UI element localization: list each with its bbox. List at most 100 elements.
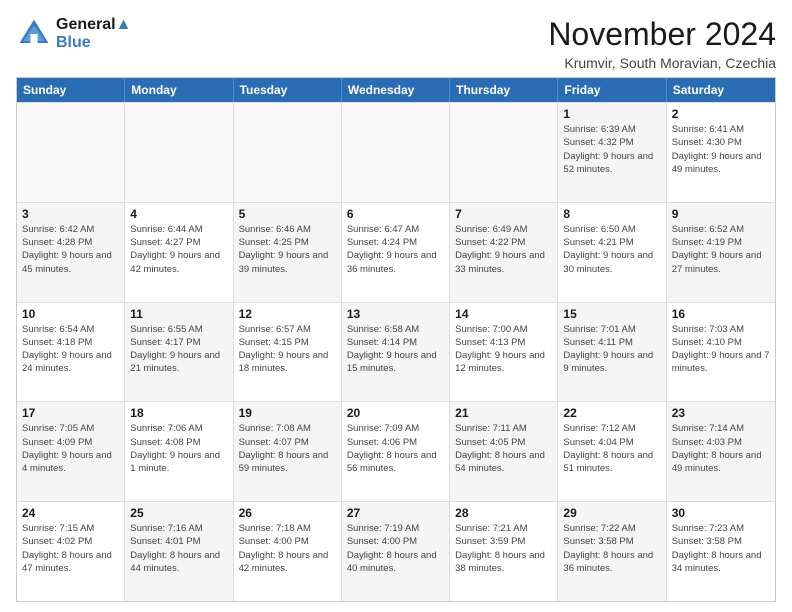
logo-text: General▲ Blue (56, 16, 131, 51)
calendar-cell: 20 Sunrise: 7:09 AM Sunset: 4:06 PM Dayli… (342, 402, 450, 501)
day-number: 13 (347, 307, 444, 321)
calendar-cell: 15Sunrise: 7:01 AM Sunset: 4:11 PM Dayli… (558, 303, 666, 402)
calendar-cell (234, 103, 342, 202)
day-info: Sunrise: 6:54 AM Sunset: 4:18 PM Dayligh… (22, 323, 119, 376)
day-number: 9 (672, 207, 770, 221)
calendar-cell (450, 103, 558, 202)
day-of-week-thursday: Thursday (450, 78, 558, 102)
day-info: Sunrise: 6:57 AM Sunset: 4:15 PM Dayligh… (239, 323, 336, 376)
day-of-week-monday: Monday (125, 78, 233, 102)
location: Krumvir, South Moravian, Czechia (548, 55, 776, 71)
day-of-week-saturday: Saturday (667, 78, 775, 102)
day-info: Sunrise: 6:49 AM Sunset: 4:22 PM Dayligh… (455, 223, 552, 276)
day-number: 15 (563, 307, 660, 321)
day-of-week-sunday: Sunday (17, 78, 125, 102)
day-info: Sunrise: 7:18 AM Sunset: 4:00 PM Dayligh… (239, 522, 336, 575)
calendar-cell: 12 Sunrise: 6:57 AM Sunset: 4:15 PM Dayli… (234, 303, 342, 402)
logo: General▲ Blue (16, 16, 131, 52)
day-number: 20 (347, 406, 444, 420)
day-number: 24 (22, 506, 119, 520)
day-info: Sunrise: 6:58 AM Sunset: 4:14 PM Dayligh… (347, 323, 444, 376)
day-number: 17 (22, 406, 119, 420)
page: General▲ Blue November 2024 Krumvir, Sou… (0, 0, 792, 612)
calendar-header: SundayMondayTuesdayWednesdayThursdayFrid… (17, 78, 775, 102)
calendar-cell: 10 Sunrise: 6:54 AM Sunset: 4:18 PM Dayli… (17, 303, 125, 402)
calendar-cell (17, 103, 125, 202)
day-number: 2 (672, 107, 770, 121)
calendar-body: 1 Sunrise: 6:39 AM Sunset: 4:32 PM Daylig… (17, 102, 775, 601)
calendar-cell: 7 Sunrise: 6:49 AM Sunset: 4:22 PM Daylig… (450, 203, 558, 302)
calendar-week-2: 3 Sunrise: 6:42 AM Sunset: 4:28 PM Daylig… (17, 202, 775, 302)
calendar-cell: 17 Sunrise: 7:05 AM Sunset: 4:09 PM Dayli… (17, 402, 125, 501)
day-info: Sunrise: 7:21 AM Sunset: 3:59 PM Dayligh… (455, 522, 552, 575)
day-info: Sunrise: 6:39 AM Sunset: 4:32 PM Dayligh… (563, 123, 660, 176)
calendar-cell: 28Sunrise: 7:21 AM Sunset: 3:59 PM Dayli… (450, 502, 558, 601)
calendar-week-5: 24 Sunrise: 7:15 AM Sunset: 4:02 PM Dayli… (17, 501, 775, 601)
calendar-cell: 29 Sunrise: 7:22 AM Sunset: 3:58 PM Dayli… (558, 502, 666, 601)
calendar-cell (342, 103, 450, 202)
header: General▲ Blue November 2024 Krumvir, Sou… (16, 16, 776, 71)
day-info: Sunrise: 7:19 AM Sunset: 4:00 PM Dayligh… (347, 522, 444, 575)
day-number: 27 (347, 506, 444, 520)
day-info: Sunrise: 6:52 AM Sunset: 4:19 PM Dayligh… (672, 223, 770, 276)
day-info: Sunrise: 7:09 AM Sunset: 4:06 PM Dayligh… (347, 422, 444, 475)
day-info: Sunrise: 6:44 AM Sunset: 4:27 PM Dayligh… (130, 223, 227, 276)
day-info: Sunrise: 7:16 AM Sunset: 4:01 PM Dayligh… (130, 522, 227, 575)
calendar-cell: 18 Sunrise: 7:06 AM Sunset: 4:08 PM Dayli… (125, 402, 233, 501)
day-of-week-tuesday: Tuesday (234, 78, 342, 102)
calendar-cell: 1 Sunrise: 6:39 AM Sunset: 4:32 PM Daylig… (558, 103, 666, 202)
calendar-cell: 21 Sunrise: 7:11 AM Sunset: 4:05 PM Dayli… (450, 402, 558, 501)
day-number: 16 (672, 307, 770, 321)
logo-icon (16, 16, 52, 52)
calendar-cell: 30 Sunrise: 7:23 AM Sunset: 3:58 PM Dayli… (667, 502, 775, 601)
day-info: Sunrise: 6:41 AM Sunset: 4:30 PM Dayligh… (672, 123, 770, 176)
day-info: Sunrise: 6:50 AM Sunset: 4:21 PM Dayligh… (563, 223, 660, 276)
day-info: Sunrise: 7:23 AM Sunset: 3:58 PM Dayligh… (672, 522, 770, 575)
day-number: 29 (563, 506, 660, 520)
day-info: Sunrise: 7:08 AM Sunset: 4:07 PM Dayligh… (239, 422, 336, 475)
day-number: 4 (130, 207, 227, 221)
day-info: Sunrise: 6:55 AM Sunset: 4:17 PM Dayligh… (130, 323, 227, 376)
day-info: Sunrise: 7:03 AM Sunset: 4:10 PM Dayligh… (672, 323, 770, 376)
month-title: November 2024 (548, 16, 776, 53)
day-info: Sunrise: 6:42 AM Sunset: 4:28 PM Dayligh… (22, 223, 119, 276)
calendar-cell: 23 Sunrise: 7:14 AM Sunset: 4:03 PM Dayli… (667, 402, 775, 501)
day-number: 25 (130, 506, 227, 520)
day-number: 23 (672, 406, 770, 420)
day-info: Sunrise: 7:14 AM Sunset: 4:03 PM Dayligh… (672, 422, 770, 475)
day-number: 26 (239, 506, 336, 520)
calendar-cell: 3 Sunrise: 6:42 AM Sunset: 4:28 PM Daylig… (17, 203, 125, 302)
calendar-cell: 26 Sunrise: 7:18 AM Sunset: 4:00 PM Dayli… (234, 502, 342, 601)
calendar-cell: 4 Sunrise: 6:44 AM Sunset: 4:27 PM Daylig… (125, 203, 233, 302)
day-info: Sunrise: 7:06 AM Sunset: 4:08 PM Dayligh… (130, 422, 227, 475)
calendar-cell: 24 Sunrise: 7:15 AM Sunset: 4:02 PM Dayli… (17, 502, 125, 601)
day-of-week-friday: Friday (558, 78, 666, 102)
day-info: Sunrise: 7:05 AM Sunset: 4:09 PM Dayligh… (22, 422, 119, 475)
day-number: 11 (130, 307, 227, 321)
day-info: Sunrise: 7:15 AM Sunset: 4:02 PM Dayligh… (22, 522, 119, 575)
day-number: 21 (455, 406, 552, 420)
calendar-cell: 25 Sunrise: 7:16 AM Sunset: 4:01 PM Dayli… (125, 502, 233, 601)
day-info: Sunrise: 7:11 AM Sunset: 4:05 PM Dayligh… (455, 422, 552, 475)
calendar-cell: 19Sunrise: 7:08 AM Sunset: 4:07 PM Dayli… (234, 402, 342, 501)
day-info: Sunrise: 7:22 AM Sunset: 3:58 PM Dayligh… (563, 522, 660, 575)
calendar-week-1: 1 Sunrise: 6:39 AM Sunset: 4:32 PM Daylig… (17, 102, 775, 202)
day-number: 30 (672, 506, 770, 520)
day-number: 12 (239, 307, 336, 321)
day-number: 18 (130, 406, 227, 420)
day-info: Sunrise: 6:46 AM Sunset: 4:25 PM Dayligh… (239, 223, 336, 276)
title-block: November 2024 Krumvir, South Moravian, C… (548, 16, 776, 71)
calendar-cell: 16 Sunrise: 7:03 AM Sunset: 4:10 PM Dayli… (667, 303, 775, 402)
day-of-week-wednesday: Wednesday (342, 78, 450, 102)
day-number: 8 (563, 207, 660, 221)
calendar-cell (125, 103, 233, 202)
day-number: 1 (563, 107, 660, 121)
day-number: 7 (455, 207, 552, 221)
day-number: 10 (22, 307, 119, 321)
day-info: Sunrise: 7:12 AM Sunset: 4:04 PM Dayligh… (563, 422, 660, 475)
day-info: Sunrise: 6:47 AM Sunset: 4:24 PM Dayligh… (347, 223, 444, 276)
calendar-cell: 13 Sunrise: 6:58 AM Sunset: 4:14 PM Dayli… (342, 303, 450, 402)
day-number: 3 (22, 207, 119, 221)
calendar-cell: 9 Sunrise: 6:52 AM Sunset: 4:19 PM Daylig… (667, 203, 775, 302)
calendar-cell: 11 Sunrise: 6:55 AM Sunset: 4:17 PM Dayli… (125, 303, 233, 402)
